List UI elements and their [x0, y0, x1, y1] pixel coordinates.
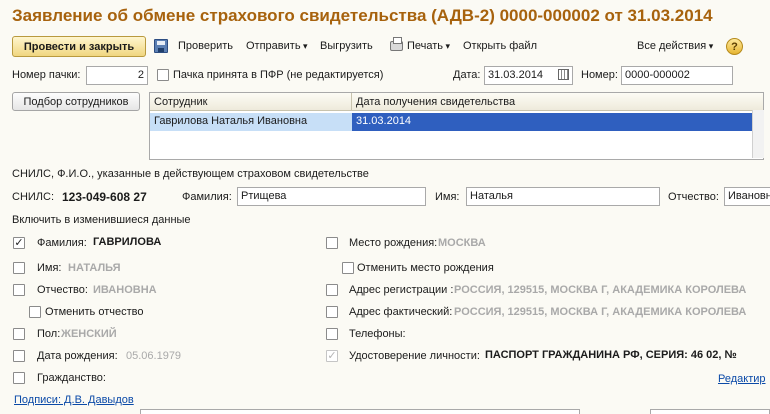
- cancel-patronymic-checkbox[interactable]: [29, 306, 41, 318]
- actual-address-checkbox[interactable]: [326, 306, 338, 318]
- bottom-field[interactable]: [140, 409, 580, 414]
- pack-number-input[interactable]: 2: [86, 66, 148, 85]
- name-change-checkbox[interactable]: [13, 262, 25, 274]
- cancel-patronymic-label: Отменить отчество: [45, 306, 144, 318]
- sex-change-checkbox[interactable]: [13, 328, 25, 340]
- id-doc-label: Удостоверение личности:: [349, 350, 480, 362]
- patronymic-change-value: ИВАНОВНА: [93, 284, 157, 296]
- help-icon[interactable]: ?: [726, 38, 743, 55]
- column-separator: [351, 93, 352, 111]
- pack-accepted-label: Пачка принята в ПФР (не редактируется): [173, 69, 384, 81]
- signatures-link[interactable]: Подписи: Д.В. Давыдов: [14, 394, 134, 406]
- bottom-field-right[interactable]: [650, 409, 770, 414]
- name-change-label: Имя:: [37, 262, 62, 274]
- birthplace-change-value: МОСКВА: [438, 237, 486, 249]
- sex-change-label: Пол:: [37, 328, 61, 340]
- sex-change-value: ЖЕНСКИЙ: [61, 328, 117, 340]
- surname-change-checkbox[interactable]: ✓: [13, 237, 25, 249]
- patronymic-change-label: Отчество:: [37, 284, 88, 296]
- number-label: Номер:: [581, 69, 618, 81]
- surname-change-value: ГАВРИЛОВА: [93, 236, 162, 248]
- actual-address-label: Адрес фактический:: [349, 306, 453, 318]
- citizenship-change-label: Гражданство:: [37, 372, 106, 384]
- cancel-birthplace-checkbox[interactable]: [342, 262, 354, 274]
- birthdate-change-checkbox[interactable]: [13, 350, 25, 362]
- employees-table: Сотрудник Дата получения свидетельства Г…: [149, 92, 764, 160]
- current-cert-caption: СНИЛС, Ф.И.О., указанные в действующем с…: [12, 168, 369, 180]
- birthdate-change-value: 05.06.1979: [126, 350, 182, 362]
- date-label: Дата:: [453, 69, 481, 81]
- cancel-birthplace-label: Отменить место рождения: [357, 262, 494, 274]
- all-actions-menu[interactable]: Все действия: [637, 40, 713, 52]
- export-button[interactable]: Выгрузить: [320, 40, 373, 52]
- open-file-button[interactable]: Открыть файл: [463, 40, 537, 52]
- row-employee[interactable]: Гаврилова Наталья Ивановна: [150, 113, 311, 129]
- select-employees-button[interactable]: Подбор сотрудников: [12, 92, 140, 111]
- citizenship-change-checkbox[interactable]: [13, 372, 25, 384]
- snils-value: 123-049-608 27: [62, 190, 147, 204]
- birthdate-change-label: Дата рождения:: [37, 350, 118, 362]
- edit-link[interactable]: Редактир: [718, 373, 766, 385]
- patronymic-input[interactable]: Ивановна: [724, 187, 770, 206]
- name-input[interactable]: Наталья: [466, 187, 660, 206]
- table-row[interactable]: Гаврилова Наталья Ивановна 31.03.2014: [150, 113, 763, 131]
- print-menu[interactable]: Печать: [407, 40, 450, 52]
- send-menu[interactable]: Отправить: [246, 40, 308, 52]
- table-header: Сотрудник Дата получения свидетельства: [150, 93, 763, 111]
- reg-address-label: Адрес регистрации :: [349, 284, 454, 296]
- patronymic-change-checkbox[interactable]: [13, 284, 25, 296]
- reg-address-value: РОССИЯ, 129515, МОСКВА Г, АКАДЕМИКА КОРО…: [454, 284, 747, 296]
- name-change-value: НАТАЛЬЯ: [68, 262, 121, 274]
- changes-caption: Включить в изменившиеся данные: [12, 214, 191, 226]
- column-employee[interactable]: Сотрудник: [154, 96, 207, 108]
- toolbar: Провести и закрыть Проверить Отправить В…: [0, 36, 770, 58]
- check-button[interactable]: Проверить: [178, 40, 233, 52]
- calendar-icon[interactable]: [558, 69, 569, 80]
- post-and-close-button[interactable]: Провести и закрыть: [12, 36, 146, 57]
- row-cert-date[interactable]: 31.03.2014: [352, 113, 763, 131]
- table-scrollbar[interactable]: [752, 110, 764, 158]
- birthplace-change-checkbox[interactable]: [326, 237, 338, 249]
- printer-icon: [390, 37, 403, 51]
- snils-label: СНИЛС:: [12, 191, 55, 203]
- birthplace-change-label: Место рождения:: [349, 237, 438, 249]
- number-input[interactable]: 0000-000002: [621, 66, 733, 85]
- surname-input[interactable]: Ртищева: [237, 187, 426, 206]
- id-doc-value: ПАСПОРТ ГРАЖДАНИНА РФ, СЕРИЯ: 46 02, №: [485, 349, 737, 361]
- pack-accepted-checkbox[interactable]: [157, 69, 169, 81]
- phones-checkbox[interactable]: [326, 328, 338, 340]
- page-title: Заявление об обмене страхового свидетель…: [12, 6, 713, 25]
- phones-label: Телефоны:: [349, 328, 406, 340]
- id-doc-checkbox: ✓: [326, 350, 338, 362]
- surname-change-label: Фамилия:: [37, 237, 87, 249]
- pack-number-label: Номер пачки:: [12, 69, 81, 81]
- column-cert-date[interactable]: Дата получения свидетельства: [356, 96, 515, 108]
- save-icon[interactable]: [154, 39, 168, 53]
- patronymic-label: Отчество:: [668, 191, 719, 203]
- actual-address-value: РОССИЯ, 129515, МОСКВА Г, АКАДЕМИКА КОРО…: [454, 306, 747, 318]
- reg-address-checkbox[interactable]: [326, 284, 338, 296]
- surname-label: Фамилия:: [182, 191, 232, 203]
- name-label: Имя:: [435, 191, 460, 203]
